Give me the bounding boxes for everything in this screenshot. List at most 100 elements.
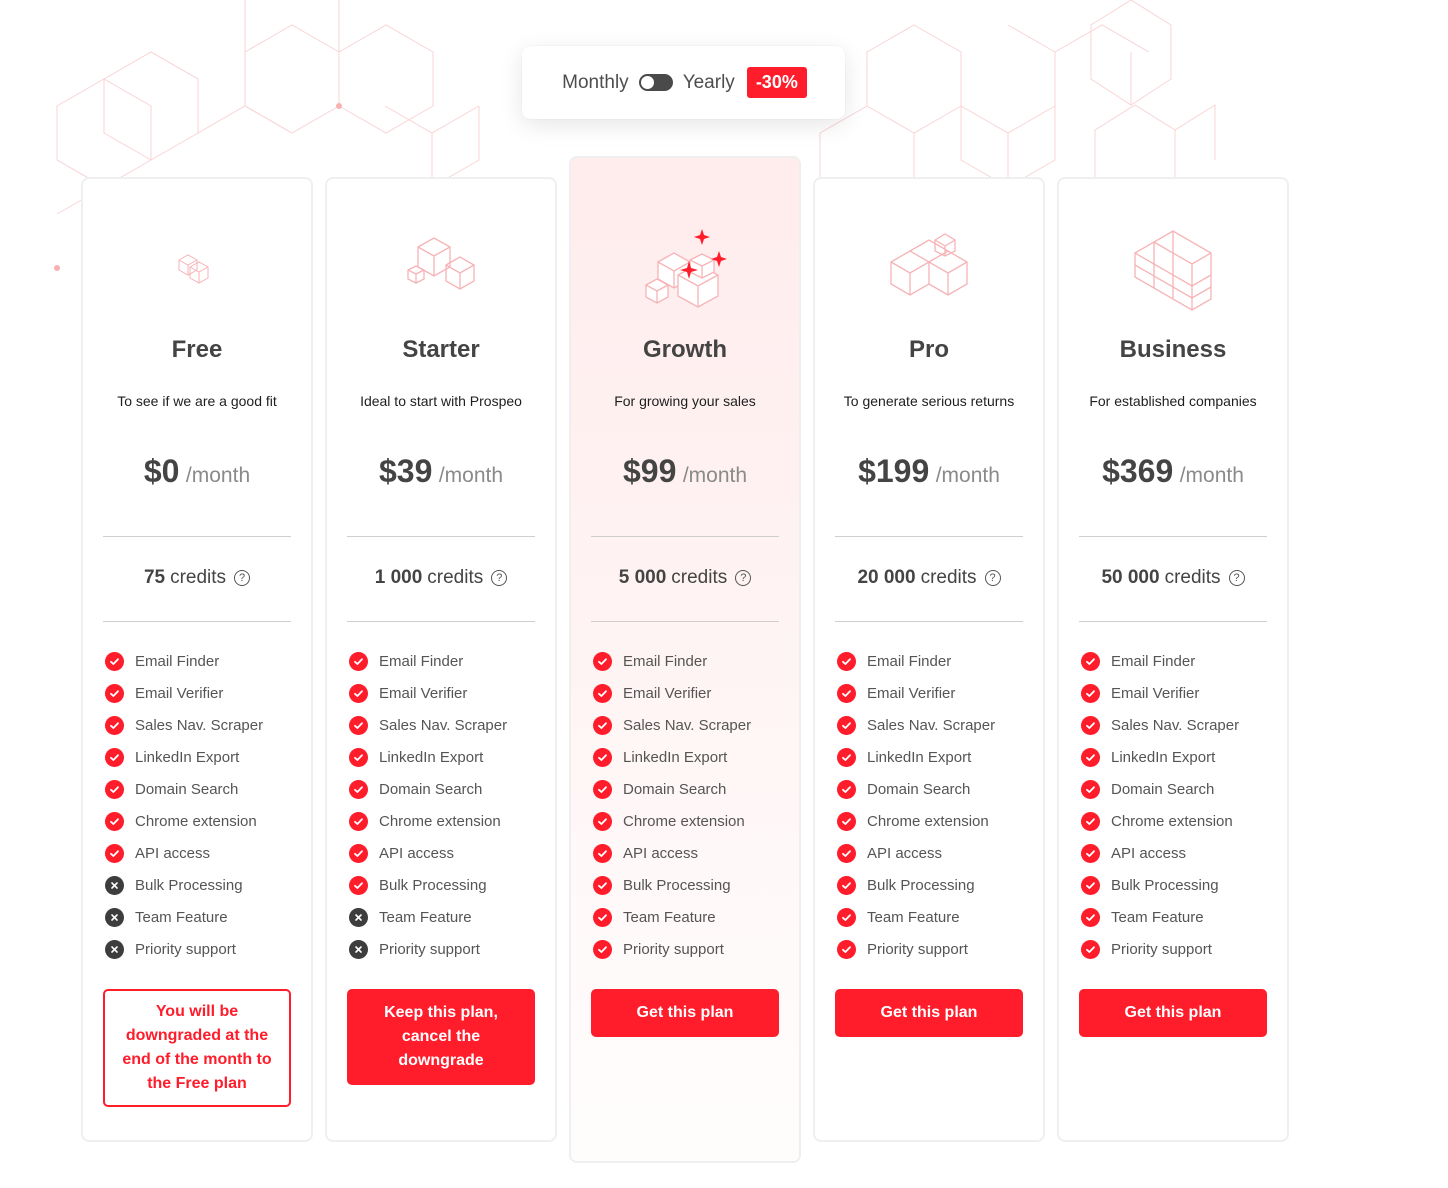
feature-label: API access [379,844,455,862]
divider [591,621,779,622]
feature-label: API access [135,844,211,862]
price-period: /month [185,464,251,487]
divider [347,621,535,622]
feature-label: API access [1111,844,1187,862]
get-plan-button[interactable]: Get this plan [835,989,1023,1037]
feature-item: Priority support [349,933,545,965]
feature-item: Priority support [593,933,789,965]
feature-label: Priority support [623,940,724,958]
feature-label: Email Finder [867,652,952,670]
feature-item: Chrome extension [349,805,545,837]
check-circle-icon [837,907,856,927]
question-circle-icon[interactable]: ? [984,570,1001,586]
sparkle-cubes-icon [630,217,740,322]
plan-card-business: Business For established companies $369 … [1057,177,1289,1142]
feature-item: Bulk Processing [349,869,545,901]
feature-label: Priority support [867,940,968,958]
credits-amount: 5 000 [618,567,667,588]
keep-plan-button[interactable]: Keep this plan, cancel the downgrade [347,989,535,1085]
credits-label: credits [671,567,728,588]
check-circle-icon [349,747,368,767]
feature-label: Sales Nav. Scraper [623,716,752,734]
billing-toggle-switch[interactable] [638,74,673,91]
divider [347,536,535,537]
feature-label: Email Finder [135,652,220,670]
credits-amount: 50 000 [1101,567,1160,588]
feature-label: Team Feature [379,908,472,926]
feature-label: LinkedIn Export [1111,748,1216,766]
plan-card-pro: Pro To generate serious returns $199 /mo… [813,177,1045,1142]
plan-tagline: To generate serious returns [843,393,1015,409]
yearly-label[interactable]: Yearly [681,72,737,94]
check-circle-icon [593,907,612,927]
feature-label: Chrome extension [379,812,501,830]
check-circle-icon [1081,907,1100,927]
plan-tagline: For established companies [1089,393,1257,409]
get-plan-button[interactable]: Get this plan [1079,989,1267,1037]
feature-label: Sales Nav. Scraper [867,716,996,734]
check-circle-icon [837,939,856,959]
plan-price: $99 /month [571,453,799,490]
feature-item: Sales Nav. Scraper [1081,709,1277,741]
price-amount: $99 [622,453,677,489]
check-circle-icon [593,747,612,767]
question-circle-icon[interactable]: ? [234,570,251,586]
plan-icon-wrapper [1059,219,1287,319]
credits-label: credits [1164,567,1221,588]
price-amount: $369 [1102,453,1174,489]
question-circle-icon[interactable]: ? [735,570,752,586]
feature-item: LinkedIn Export [837,741,1033,773]
plan-credits: 75 credits ? [83,567,311,589]
get-plan-button[interactable]: Get this plan [591,989,779,1037]
check-circle-icon [105,651,124,671]
feature-label: Bulk Processing [1111,876,1219,894]
feature-item: Bulk Processing [593,869,789,901]
check-circle-icon [105,715,124,735]
check-circle-icon [105,779,124,799]
check-circle-icon [837,715,856,735]
price-amount: $39 [378,453,433,489]
toggle-knob [639,75,655,90]
feature-label: LinkedIn Export [623,748,728,766]
plan-name: Pro [908,336,949,363]
check-circle-icon [349,875,368,895]
feature-item: Chrome extension [837,805,1033,837]
feature-item: LinkedIn Export [105,741,301,773]
check-circle-icon [349,715,368,735]
plan-icon-wrapper [327,219,555,319]
feature-item: LinkedIn Export [349,741,545,773]
monthly-label[interactable]: Monthly [560,72,631,94]
check-circle-icon [1081,715,1100,735]
feature-label: Priority support [1111,940,1212,958]
plan-price: $0 /month [83,453,311,490]
plan-credits: 1 000 credits ? [327,567,555,589]
feature-label: LinkedIn Export [135,748,240,766]
feature-item: Email Verifier [593,677,789,709]
check-circle-icon [1081,779,1100,799]
check-circle-icon [593,715,612,735]
plan-card-starter: Starter Ideal to start with Prospeo $39 … [325,177,557,1142]
feature-label: Bulk Processing [867,876,975,894]
feature-item: Domain Search [1081,773,1277,805]
credits-amount: 20 000 [857,567,916,588]
price-period: /month [682,464,748,487]
check-circle-icon [349,651,368,671]
check-circle-icon [837,651,856,671]
feature-label: API access [623,844,699,862]
feature-item: Priority support [105,933,301,965]
plan-credits: 5 000 credits ? [571,567,799,589]
plan-card-growth: Growth For growing your sales $99 /month… [569,156,801,1163]
feature-item: API access [1081,837,1277,869]
plan-icon-wrapper [83,219,311,319]
check-circle-icon [593,651,612,671]
feature-item: Email Verifier [349,677,545,709]
question-circle-icon[interactable]: ? [491,570,508,586]
question-circle-icon[interactable]: ? [1228,570,1245,586]
feature-item: Email Verifier [105,677,301,709]
downgrade-notice-button[interactable]: You will be downgraded at the end of the… [103,989,291,1107]
check-circle-icon [1081,651,1100,671]
feature-list: Email Finder Email Verifier Sales Nav. Scr… [837,645,1033,965]
check-circle-icon [593,779,612,799]
feature-label: Sales Nav. Scraper [1111,716,1240,734]
feature-item: API access [349,837,545,869]
